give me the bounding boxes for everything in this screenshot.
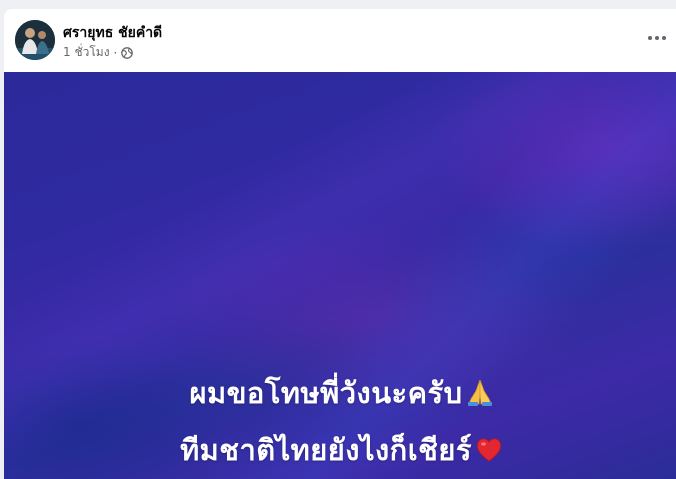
post-text-line-1-text: ผมขอโทษพี่วังนะครับ: [189, 376, 463, 410]
globe-icon[interactable]: [121, 46, 134, 59]
post-text-line-2: ทีมชาติไทยยังไงก็เชียร์: [4, 427, 676, 473]
pray-icon: [467, 379, 492, 406]
post-background[interactable]: ผมขอโทษพี่วังนะครับ ทีมชาติไทยยังไงก็เชี…: [4, 72, 676, 479]
post-text-line-2-text: ทีมชาติไทยยังไงก็เชียร์: [180, 433, 472, 467]
post-author-name[interactable]: ศรายุทธ ชัยคำดี: [63, 22, 162, 44]
more-options-icon: [648, 36, 652, 40]
post-header: ศรายุทธ ชัยคำดี 1 ชั่วโมง ·: [4, 9, 676, 71]
more-options-dot: [662, 36, 666, 40]
post-timestamp[interactable]: 1 ชั่วโมง: [63, 43, 110, 62]
avatar[interactable]: [15, 20, 55, 60]
more-options-button[interactable]: [644, 25, 670, 51]
post-meta: 1 ชั่วโมง ·: [63, 43, 134, 62]
meta-separator: ·: [113, 45, 118, 60]
more-options-dot: [655, 36, 659, 40]
heart-icon: [476, 438, 501, 462]
post-text-line-1: ผมขอโทษพี่วังนะครับ: [4, 370, 676, 416]
avatar-image: [15, 20, 55, 60]
background-texture: [4, 72, 676, 479]
post-card: ศรายุทธ ชัยคำดี 1 ชั่วโมง · ผมขอโทษพี่วั…: [4, 9, 676, 479]
